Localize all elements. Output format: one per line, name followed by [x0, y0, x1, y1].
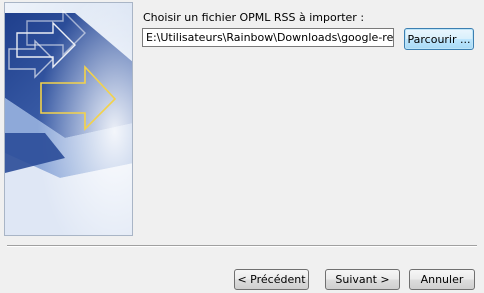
footer-separator: [7, 245, 477, 247]
wizard-banner-graphic: [4, 2, 133, 236]
import-wizard-dialog: Choisir un fichier OPML RSS à importer :…: [0, 0, 484, 293]
cancel-button[interactable]: Annuler: [409, 269, 475, 290]
file-path-field[interactable]: E:\Utilisateurs\Rainbow\Downloads\google…: [142, 28, 394, 47]
browse-button[interactable]: Parcourir ...: [404, 28, 474, 50]
previous-button[interactable]: < Précédent: [234, 269, 309, 290]
file-prompt-label: Choisir un fichier OPML RSS à importer :: [143, 11, 365, 24]
next-button[interactable]: Suivant >: [325, 269, 400, 290]
wizard-arrows-icon: [5, 3, 132, 235]
